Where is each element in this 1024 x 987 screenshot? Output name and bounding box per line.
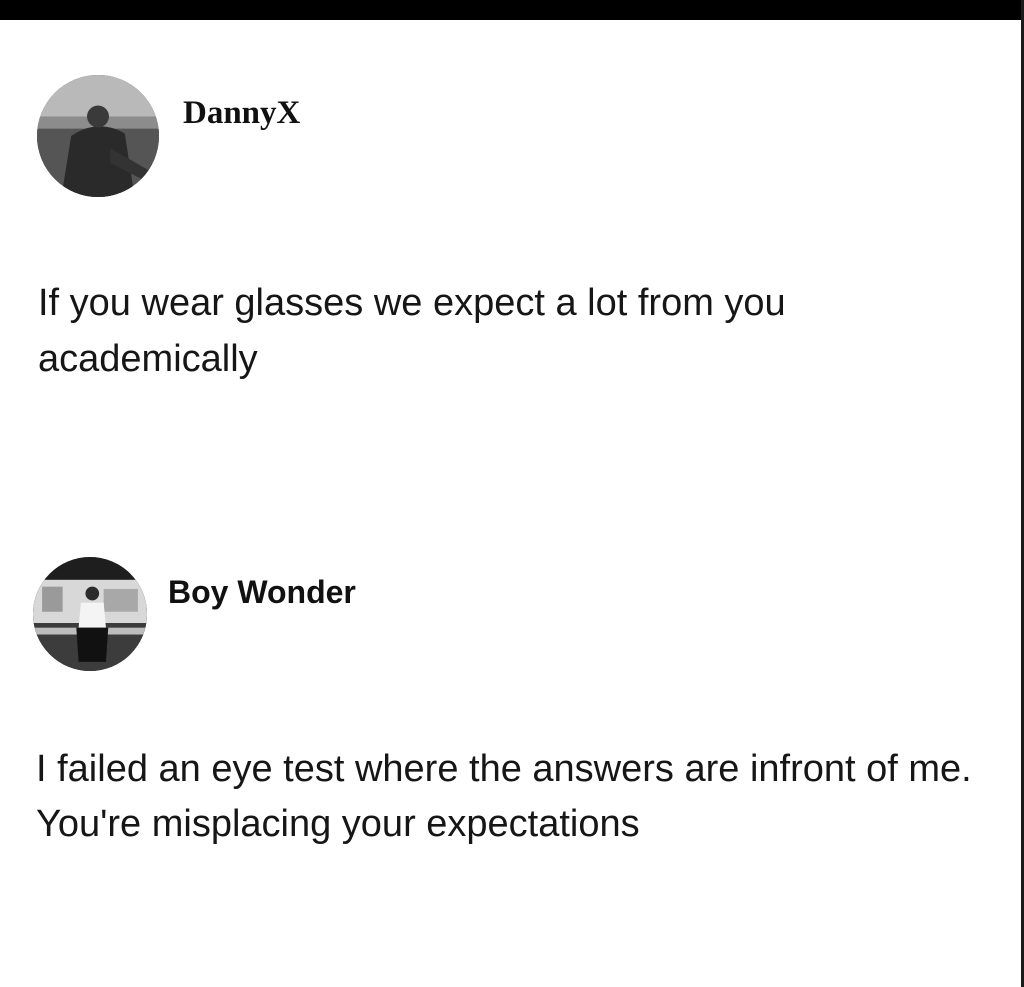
username[interactable]: Boy Wonder bbox=[168, 574, 356, 611]
post-text: I failed an eye test where the answers a… bbox=[36, 748, 972, 845]
post: Boy Wonder I failed an eye test where th… bbox=[0, 0, 1000, 987]
avatar[interactable] bbox=[33, 557, 147, 671]
profile-photo-icon bbox=[33, 557, 147, 671]
